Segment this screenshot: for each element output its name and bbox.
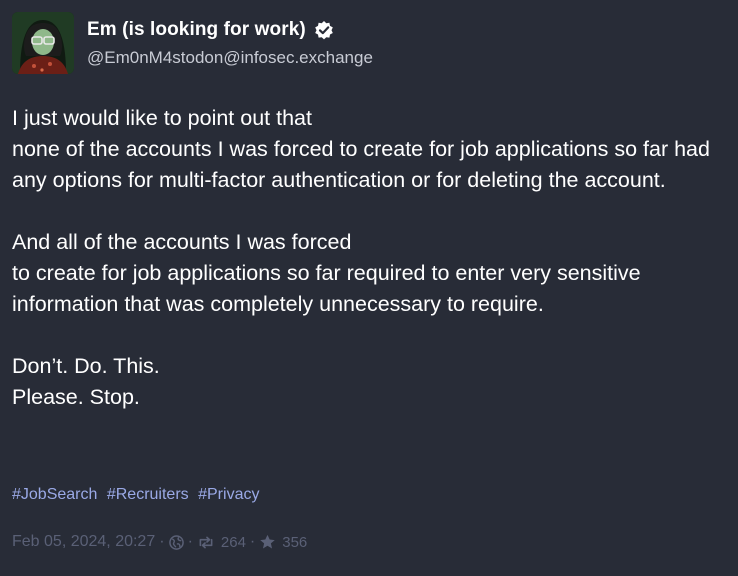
hashtag-link[interactable]: #Recruiters (107, 486, 189, 503)
account-handle[interactable]: @Em0nM4stodon@infosec.exchange (87, 48, 373, 68)
post-header: Em (is looking for work) @Em0nM4stodon@i… (12, 12, 373, 74)
post-timestamp[interactable]: Feb 05, 2024, 20:27 (12, 533, 155, 551)
separator: · (249, 533, 256, 550)
separator: · (159, 533, 165, 550)
display-name-row: Em (is looking for work) (87, 17, 373, 43)
verified-badge-icon (314, 20, 334, 40)
author-info: Em (is looking for work) @Em0nM4stodon@i… (87, 17, 373, 68)
boost-count: 264 (220, 533, 246, 551)
star-icon[interactable] (259, 534, 276, 550)
post-paragraph: And all of the accounts I was forced to … (12, 230, 641, 316)
hashtag-link[interactable]: #JobSearch (12, 486, 97, 503)
post-card: Em (is looking for work) @Em0nM4stodon@i… (0, 0, 738, 576)
post-paragraph: Don’t. Do. This. Please. Stop. (12, 354, 160, 409)
post-content: I just would like to point out that none… (12, 103, 726, 444)
favourite-count: 356 (282, 533, 308, 551)
hashtag-bar: #JobSearch #Recruiters #Privacy (12, 486, 264, 504)
separator: · (187, 533, 193, 550)
avatar-image (12, 12, 74, 74)
post-meta: Feb 05, 2024, 20:27 · · 264 · 356 (12, 533, 307, 551)
post-paragraph: I just would like to point out that none… (12, 106, 710, 192)
avatar[interactable] (12, 12, 74, 74)
display-name[interactable]: Em (is looking for work) (87, 19, 306, 41)
boost-icon[interactable] (197, 535, 215, 550)
hashtag-link[interactable]: #Privacy (198, 486, 259, 503)
globe-icon (168, 534, 184, 550)
